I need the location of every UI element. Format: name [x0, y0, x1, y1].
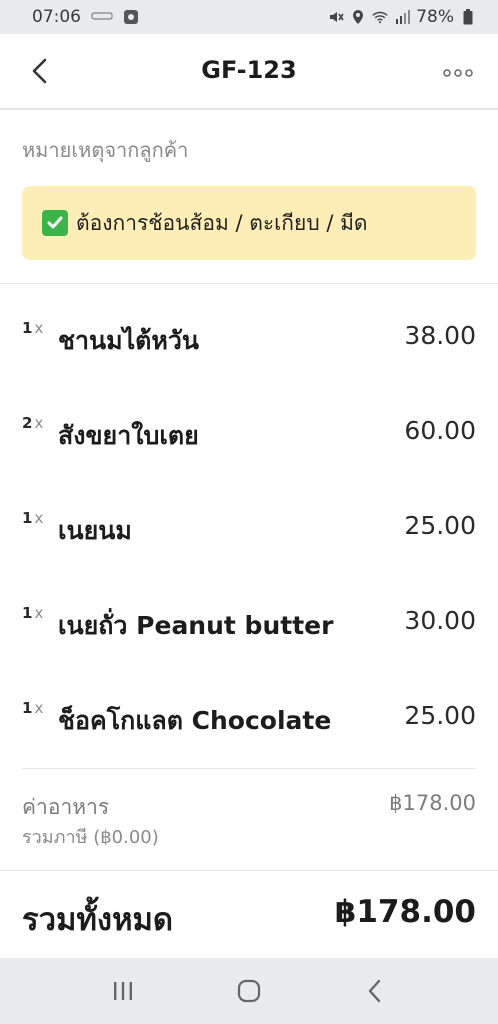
- order-header: GF-123: [0, 34, 498, 110]
- divider: [0, 870, 498, 871]
- system-back-button[interactable]: [355, 971, 395, 1011]
- item-price: 60.00: [404, 416, 476, 445]
- signal-icon: [394, 9, 411, 25]
- item-qty: 1x: [22, 604, 44, 622]
- more-options-button[interactable]: [442, 64, 474, 77]
- order-id-title: GF-123: [201, 56, 297, 84]
- back-arrow-icon: [368, 979, 381, 1003]
- food-cost-amount: ฿178.00: [389, 791, 476, 815]
- food-cost-label: ค่าอาหาร: [22, 795, 110, 819]
- divider: [0, 283, 498, 284]
- app-notification-icon: [91, 10, 113, 24]
- item-qty: 2x: [22, 414, 44, 432]
- item-price: 38.00: [404, 321, 476, 350]
- divider: [22, 768, 476, 769]
- status-bar-left: 07:06: [32, 7, 139, 27]
- order-item: 2x สังขยาใบเตย 60.00: [22, 414, 476, 454]
- battery-icon: [460, 9, 476, 25]
- customer-note-text: ต้องการช้อนส้อม / ตะเกียบ / มีด: [76, 210, 368, 235]
- total-amount: ฿178.00: [334, 894, 476, 930]
- customer-note-label: หมายเหตุจากลูกค้า: [22, 138, 189, 162]
- home-button[interactable]: [229, 971, 269, 1011]
- item-name: สังขยาใบเตย: [58, 421, 199, 450]
- check-box-icon: [42, 210, 68, 236]
- order-item: 1x ช็อคโกแลต Chocolate 25.00: [22, 699, 476, 739]
- system-nav-bar: [0, 958, 498, 1024]
- recent-apps-icon: [114, 982, 132, 1000]
- customer-note-box: ต้องการช้อนส้อม / ตะเกียบ / มีด: [22, 186, 476, 260]
- item-name: ชานมไต้หวัน: [58, 326, 199, 355]
- mute-icon: [328, 9, 344, 25]
- wifi-icon: [372, 9, 388, 25]
- more-horizontal-icon: [443, 69, 473, 77]
- item-price: 30.00: [404, 606, 476, 635]
- order-item: 1x ชานมไต้หวัน 38.00: [22, 319, 476, 359]
- order-item: 1x เนยนม 25.00: [22, 509, 476, 549]
- item-name: ช็อคโกแลต Chocolate: [58, 706, 332, 735]
- order-item: 1x เนยถั่ว Peanut butter 30.00: [22, 604, 476, 644]
- status-bar-right: 78%: [328, 7, 476, 27]
- home-icon: [237, 979, 261, 1003]
- item-name: เนยถั่ว Peanut butter: [58, 611, 334, 640]
- tax-label: รวมภาษี (฿0.00): [22, 827, 159, 848]
- item-qty: 1x: [22, 699, 44, 717]
- battery-percent: 78%: [416, 7, 454, 27]
- item-price: 25.00: [404, 701, 476, 730]
- location-icon: [350, 9, 366, 25]
- total-label: รวมทั้งหมด: [22, 902, 174, 938]
- notification-box-icon: [123, 9, 139, 25]
- status-time: 07:06: [32, 7, 81, 27]
- status-bar: 07:06 78%: [0, 0, 498, 34]
- item-price: 25.00: [404, 511, 476, 540]
- item-name: เนยนม: [58, 516, 132, 545]
- recent-apps-button[interactable]: [103, 971, 143, 1011]
- item-qty: 1x: [22, 509, 44, 527]
- item-qty: 1x: [22, 319, 44, 337]
